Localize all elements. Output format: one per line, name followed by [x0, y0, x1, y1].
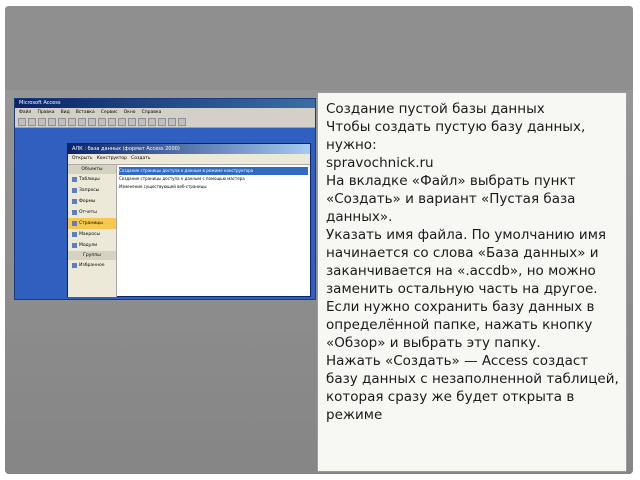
links-icon[interactable] — [118, 118, 126, 126]
access-screenshot: Microsoft Access Файл Правка Вид Вставка… — [14, 98, 316, 300]
database-window: АЛК : база данных (формат Access 2000) О… — [67, 143, 311, 297]
step-4-text: Нажать «Создать» — Access создаст базу д… — [326, 353, 619, 423]
sidebar-item-queries[interactable]: Запросы — [68, 185, 116, 196]
slide-header-band — [5, 6, 633, 90]
create-button[interactable]: Создать — [131, 154, 150, 164]
menu-item[interactable]: Вид — [61, 108, 70, 117]
relationships-icon[interactable] — [158, 118, 166, 126]
heading-text: Создание пустой базы данных — [326, 101, 545, 117]
sidebar-item-reports[interactable]: Отчеты — [68, 207, 116, 218]
step-1-text: На вкладке «Файл» выбрать пункт «Создать… — [326, 173, 576, 225]
sidebar-item-pages[interactable]: Страницы — [68, 218, 116, 229]
print-icon[interactable] — [48, 118, 56, 126]
app-toolbar — [15, 117, 315, 128]
instruction-textbox: Создание пустой базы данных Чтобы создат… — [317, 92, 627, 472]
open-icon[interactable] — [28, 118, 36, 126]
objects-list: Создание страницы доступа к данным в реж… — [117, 165, 310, 297]
help-icon[interactable] — [178, 118, 186, 126]
form-icon — [72, 199, 77, 204]
menu-item[interactable]: Правка — [37, 108, 54, 117]
design-button[interactable]: Конструктор — [97, 154, 127, 164]
spell-icon[interactable] — [68, 118, 76, 126]
database-window-title: АЛК : база данных (формат Access 2000) — [68, 144, 310, 154]
module-icon — [72, 243, 77, 248]
copy-icon[interactable] — [88, 118, 96, 126]
preview-icon[interactable] — [58, 118, 66, 126]
database-toolbar: Открыть Конструктор Создать — [68, 154, 310, 165]
step-2-text: Указать имя файла. По умолчанию имя начи… — [326, 227, 607, 297]
analyze-icon[interactable] — [128, 118, 136, 126]
menu-item[interactable]: Сервис — [101, 108, 118, 117]
list-item[interactable]: Изменение существующей веб-страницы — [119, 183, 308, 191]
favorites-icon — [72, 263, 77, 268]
list-item[interactable]: Создание страницы доступа к данным в реж… — [119, 167, 308, 175]
intro-text: Чтобы создать пустую базу данных, нужно: — [326, 119, 586, 153]
cut-icon[interactable] — [78, 118, 86, 126]
sidebar-item-macros[interactable]: Макросы — [68, 229, 116, 240]
save-icon[interactable] — [38, 118, 46, 126]
objects-sidebar: Объекты Таблицы Запросы Формы Отчеты Стр… — [68, 165, 117, 297]
sidebar-item-tables[interactable]: Таблицы — [68, 174, 116, 185]
menu-item[interactable]: Файл — [19, 108, 31, 117]
menu-item[interactable]: Окно — [124, 108, 136, 117]
sidebar-item-favorites[interactable]: Избранное — [68, 260, 116, 271]
sidebar-item-modules[interactable]: Модули — [68, 240, 116, 251]
page-icon — [72, 221, 77, 226]
open-button[interactable]: Открыть — [72, 154, 93, 164]
query-icon — [72, 188, 77, 193]
objects-header: Объекты — [68, 165, 116, 174]
macro-icon — [72, 232, 77, 237]
groups-header: Группы — [68, 251, 116, 260]
undo-icon[interactable] — [108, 118, 116, 126]
list-item[interactable]: Создание страницы доступа к данным с пом… — [119, 175, 308, 183]
source-text: spravochnick.ru — [326, 155, 434, 171]
sidebar-item-forms[interactable]: Формы — [68, 196, 116, 207]
app-title-bar: Microsoft Access — [15, 99, 315, 108]
new-object-icon[interactable] — [168, 118, 176, 126]
step-3-text: Если нужно сохранить базу данных в опред… — [326, 299, 595, 351]
properties-icon[interactable] — [148, 118, 156, 126]
app-menu-bar: Файл Правка Вид Вставка Сервис Окно Спра… — [15, 108, 315, 117]
code-icon[interactable] — [138, 118, 146, 126]
table-icon — [72, 177, 77, 182]
menu-item[interactable]: Вставка — [76, 108, 95, 117]
new-file-icon[interactable] — [18, 118, 26, 126]
menu-item[interactable]: Справка — [142, 108, 162, 117]
report-icon — [72, 210, 77, 215]
paste-icon[interactable] — [98, 118, 106, 126]
